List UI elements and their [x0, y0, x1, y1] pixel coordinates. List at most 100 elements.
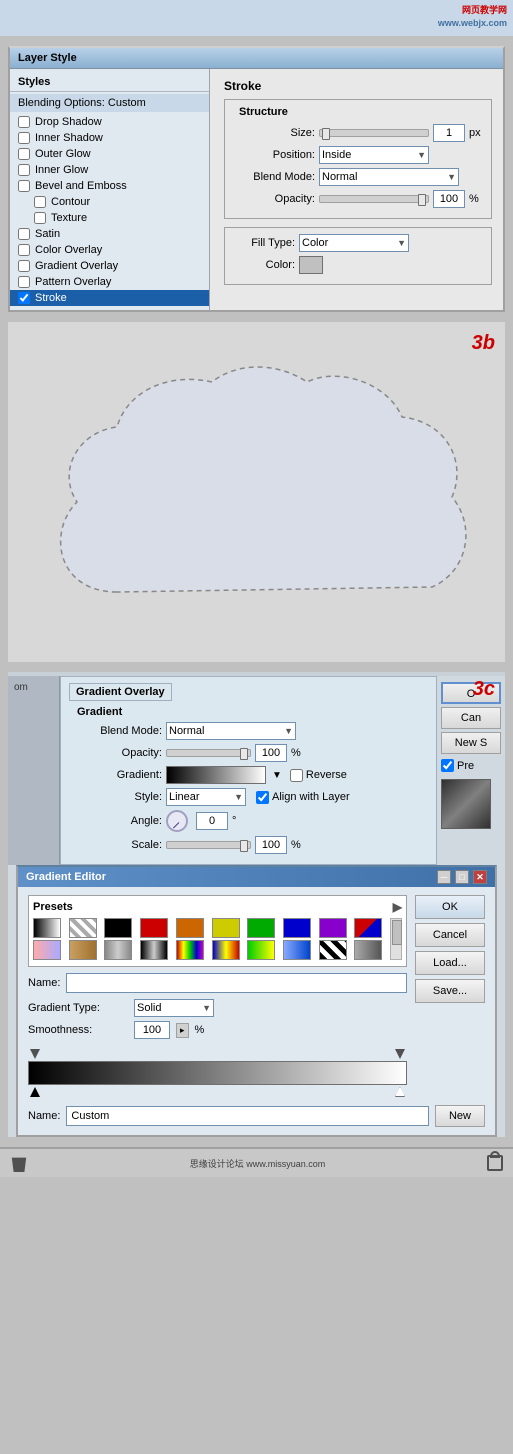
- maximize-button[interactable]: □: [455, 870, 469, 884]
- align-checkbox[interactable]: [256, 791, 269, 804]
- preset-swatch-8[interactable]: [319, 918, 347, 938]
- size-input[interactable]: [433, 124, 465, 142]
- color-overlay-checkbox[interactable]: [18, 244, 30, 256]
- sidebar-item-texture[interactable]: Texture: [10, 210, 209, 226]
- editor-ok-button[interactable]: OK: [415, 895, 485, 919]
- drop-shadow-checkbox[interactable]: [18, 116, 30, 128]
- preset-swatch-19[interactable]: [354, 940, 382, 960]
- sidebar-item-drop-shadow[interactable]: Drop Shadow: [10, 114, 209, 130]
- name-input[interactable]: [66, 973, 407, 993]
- preset-swatch-10[interactable]: [33, 940, 61, 960]
- angle-dial[interactable]: [166, 810, 188, 832]
- preset-swatch-1[interactable]: [69, 918, 97, 938]
- sidebar-item-gradient-overlay[interactable]: Gradient Overlay: [10, 258, 209, 274]
- color-stops-row: [28, 1085, 407, 1099]
- sidebar-item-satin[interactable]: Satin: [10, 226, 209, 242]
- color-stop-right[interactable]: [395, 1087, 405, 1097]
- gradient-dropdown-arrow[interactable]: ▼: [272, 770, 282, 781]
- satin-checkbox[interactable]: [18, 228, 30, 240]
- gradient-type-dropdown[interactable]: Solid ▼: [134, 999, 214, 1017]
- preset-swatch-2[interactable]: [104, 918, 132, 938]
- go-style-dropdown[interactable]: Linear ▼: [166, 788, 246, 806]
- reverse-checkbox[interactable]: [290, 769, 303, 782]
- new-style-button[interactable]: New S: [441, 732, 501, 754]
- sidebar-item-stroke[interactable]: Stroke: [10, 290, 209, 306]
- sidebar-item-inner-glow[interactable]: Inner Glow: [10, 162, 209, 178]
- blend-mode-dropdown[interactable]: Normal ▼: [319, 168, 459, 186]
- go-opacity-slider[interactable]: [166, 749, 251, 757]
- opacity-stop-right[interactable]: [395, 1049, 405, 1059]
- fill-type-label: Fill Type:: [235, 237, 295, 249]
- preset-swatch-5[interactable]: [212, 918, 240, 938]
- opacity-slider[interactable]: [319, 195, 429, 203]
- sidebar-item-inner-shadow[interactable]: Inner Shadow: [10, 130, 209, 146]
- inner-shadow-checkbox[interactable]: [18, 132, 30, 144]
- preset-swatch-14[interactable]: [176, 940, 204, 960]
- align-label: Align with Layer: [272, 791, 350, 803]
- preset-swatch-4[interactable]: [176, 918, 204, 938]
- preset-swatch-11[interactable]: [69, 940, 97, 960]
- close-button[interactable]: ✕: [473, 870, 487, 884]
- preset-swatch-7[interactable]: [283, 918, 311, 938]
- sidebar-item-pattern-overlay[interactable]: Pattern Overlay: [10, 274, 209, 290]
- size-slider[interactable]: [319, 129, 429, 137]
- presets-scrollbar[interactable]: [390, 918, 402, 960]
- color-stop-left[interactable]: [30, 1087, 40, 1097]
- opacity-stop-left[interactable]: [30, 1049, 40, 1059]
- name-new-row: Name: New: [28, 1105, 485, 1127]
- editor-cancel-button[interactable]: Cancel: [415, 923, 485, 947]
- sidebar-item-contour[interactable]: Contour: [10, 194, 209, 210]
- position-label: Position:: [235, 149, 315, 161]
- pattern-overlay-checkbox[interactable]: [18, 276, 30, 288]
- bevel-emboss-checkbox[interactable]: [18, 180, 30, 192]
- sidebar-item-color-overlay[interactable]: Color Overlay: [10, 242, 209, 258]
- texture-checkbox[interactable]: [34, 212, 46, 224]
- delete-icon[interactable]: [10, 1154, 28, 1172]
- smoothness-stepper[interactable]: ▸: [176, 1023, 189, 1038]
- fill-type-dropdown[interactable]: Color ▼: [299, 234, 409, 252]
- preset-swatch-15[interactable]: [212, 940, 240, 960]
- preset-swatch-18[interactable]: [319, 940, 347, 960]
- blending-options-item[interactable]: Blending Options: Custom: [10, 94, 209, 112]
- editor-save-button[interactable]: Save...: [415, 979, 485, 1003]
- editor-load-button[interactable]: Load...: [415, 951, 485, 975]
- go-scale-slider[interactable]: [166, 841, 251, 849]
- inner-shadow-label: Inner Shadow: [35, 132, 103, 144]
- smoothness-input[interactable]: [134, 1021, 170, 1039]
- stroke-checkbox[interactable]: [18, 292, 30, 304]
- site-header: 网页教学网 www.webjx.com: [0, 0, 513, 36]
- step-3b-label: 3b: [472, 332, 495, 355]
- preset-swatch-17[interactable]: [283, 940, 311, 960]
- preset-swatch-3[interactable]: [140, 918, 168, 938]
- name-input-2[interactable]: [66, 1106, 429, 1126]
- presets-menu-arrow[interactable]: ▶: [393, 900, 402, 914]
- size-label: Size:: [235, 127, 315, 139]
- go-blend-mode-label: Blend Mode:: [77, 725, 162, 737]
- preview-checkbox[interactable]: [441, 759, 454, 772]
- gradient-overlay-checkbox[interactable]: [18, 260, 30, 272]
- go-opacity-input[interactable]: [255, 744, 287, 762]
- go-opacity-unit: %: [291, 747, 301, 759]
- position-dropdown[interactable]: Inside ▼: [319, 146, 429, 164]
- gradient-preview-bar[interactable]: [166, 766, 266, 784]
- outer-glow-checkbox[interactable]: [18, 148, 30, 160]
- preset-swatch-0[interactable]: [33, 918, 61, 938]
- inner-glow-checkbox[interactable]: [18, 164, 30, 176]
- go-blend-mode-dropdown[interactable]: Normal ▼: [166, 722, 296, 740]
- gradient-display-bar[interactable]: [28, 1061, 407, 1085]
- contour-checkbox[interactable]: [34, 196, 46, 208]
- preset-swatch-12[interactable]: [104, 940, 132, 960]
- angle-input[interactable]: [196, 812, 228, 830]
- preset-swatch-16[interactable]: [247, 940, 275, 960]
- scale-input[interactable]: [255, 836, 287, 854]
- minimize-button[interactable]: ─: [437, 870, 451, 884]
- sidebar-item-bevel-emboss[interactable]: Bevel and Emboss: [10, 178, 209, 194]
- new-button[interactable]: New: [435, 1105, 485, 1127]
- opacity-input[interactable]: [433, 190, 465, 208]
- preset-swatch-9[interactable]: [354, 918, 382, 938]
- preset-swatch-13[interactable]: [140, 940, 168, 960]
- sidebar-item-outer-glow[interactable]: Outer Glow: [10, 146, 209, 162]
- preset-swatch-6[interactable]: [247, 918, 275, 938]
- cancel-button[interactable]: Can: [441, 707, 501, 729]
- color-swatch[interactable]: [299, 256, 323, 274]
